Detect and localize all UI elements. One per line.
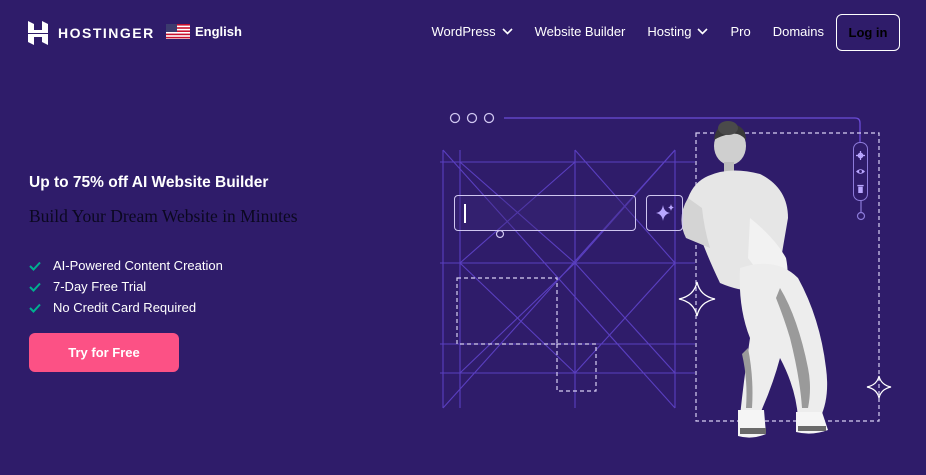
feature-list: AI-Powered Content Creation 7-Day Free T… bbox=[29, 255, 223, 318]
nav-item-pro[interactable]: Pro bbox=[730, 24, 750, 39]
feature-label: AI-Powered Content Creation bbox=[53, 258, 223, 273]
hostinger-logo-icon bbox=[28, 21, 48, 45]
hero-title: Up to 75% off AI Website Builder bbox=[29, 174, 269, 191]
model-person-image bbox=[681, 121, 828, 438]
nav-item-website-builder[interactable]: Website Builder bbox=[535, 24, 626, 39]
login-button[interactable]: Log in bbox=[836, 14, 900, 51]
nav-item-hosting[interactable]: Hosting bbox=[647, 24, 709, 39]
eye-icon[interactable] bbox=[856, 167, 865, 176]
nav-label-hosting: Hosting bbox=[647, 24, 692, 39]
checkmark-icon bbox=[29, 282, 41, 292]
gear-icon[interactable] bbox=[856, 150, 865, 160]
nav-label-wordpress: WordPress bbox=[431, 24, 496, 39]
nav-item-domains[interactable]: Domains bbox=[773, 24, 824, 39]
sparkle-icon bbox=[655, 204, 674, 221]
list-item: No Credit Card Required bbox=[29, 297, 223, 318]
us-flag-icon bbox=[166, 24, 190, 39]
feature-label: 7-Day Free Trial bbox=[53, 279, 147, 294]
brand-logo[interactable]: HOSTINGER bbox=[28, 20, 155, 46]
text-caret bbox=[464, 204, 466, 223]
main-nav: WordPress Website Builder Hosting Pro Do… bbox=[432, 24, 824, 39]
chevron-down-icon bbox=[697, 28, 709, 35]
element-toolbar bbox=[853, 142, 868, 201]
checkmark-icon bbox=[29, 261, 41, 271]
language-label: English bbox=[195, 24, 242, 39]
list-item: 7-Day Free Trial bbox=[29, 276, 223, 297]
nav-label-domains: Domains bbox=[772, 24, 824, 39]
nav-label-pro: Pro bbox=[730, 24, 751, 39]
checkmark-icon bbox=[29, 303, 41, 313]
nav-label-website-builder: Website Builder bbox=[534, 24, 626, 39]
hero-subtitle: Build Your Dream Website in Minutes bbox=[29, 206, 298, 226]
brand-name: HOSTINGER bbox=[58, 25, 155, 41]
hero-illustration bbox=[440, 110, 900, 455]
language-selector[interactable]: English bbox=[166, 24, 242, 39]
chevron-down-icon bbox=[502, 28, 513, 35]
ai-generate-button[interactable] bbox=[646, 195, 683, 231]
search-input[interactable] bbox=[454, 195, 636, 231]
feature-label: No Credit Card Required bbox=[53, 300, 197, 315]
trash-icon[interactable] bbox=[856, 184, 865, 193]
site-header: HOSTINGER English WordPress Website Buil… bbox=[0, 0, 926, 66]
list-item: AI-Powered Content Creation bbox=[29, 255, 223, 276]
try-for-free-button[interactable]: Try for Free bbox=[29, 333, 179, 372]
nav-item-wordpress[interactable]: WordPress bbox=[432, 24, 513, 39]
